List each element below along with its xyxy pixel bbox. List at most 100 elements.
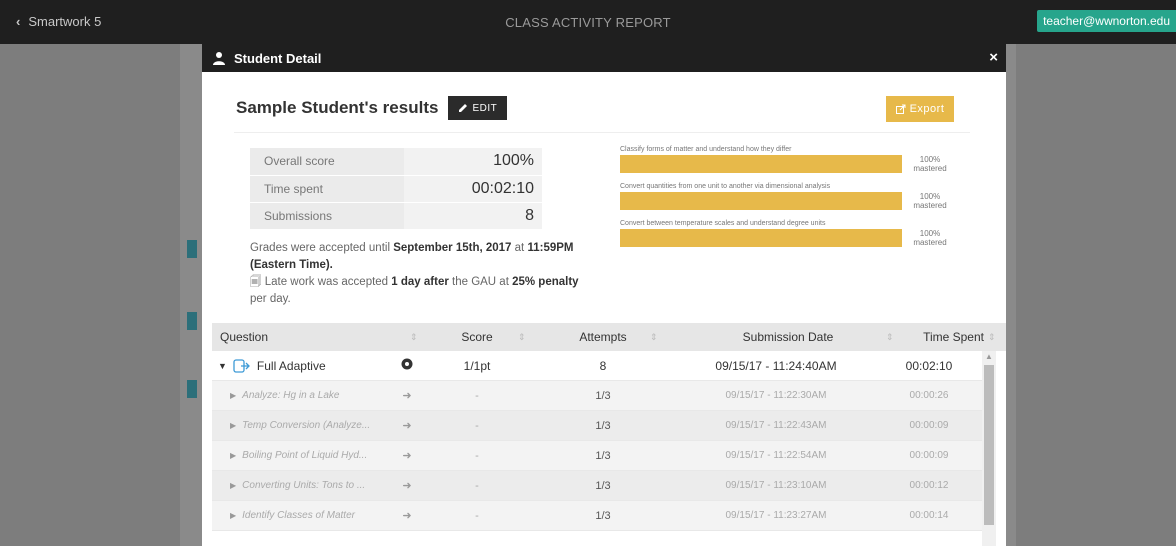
arrow-right-icon[interactable]: ➜ xyxy=(390,389,424,402)
late-days: 1 day after xyxy=(391,276,449,288)
sort-icon[interactable]: ⇕ xyxy=(518,323,526,351)
date-cell: 09/15/17 - 11:24:40AM xyxy=(715,358,837,373)
question-cell[interactable]: ▶ Converting Units: Tons to ... xyxy=(212,480,390,491)
column-header-date[interactable]: Submission Date ⇕ xyxy=(676,323,900,351)
date-cell: 09/15/17 - 11:23:27AM xyxy=(725,510,827,521)
attempts-cell: 8 xyxy=(599,358,607,373)
sort-icon[interactable]: ⇕ xyxy=(988,323,996,351)
attempts-cell: 1/3 xyxy=(595,389,611,402)
date-cell: 09/15/17 - 11:23:10AM xyxy=(725,480,827,491)
scrollbar-thumb[interactable] xyxy=(984,365,994,525)
late-work-icon: 🗐 xyxy=(250,276,262,288)
export-button[interactable]: Export xyxy=(886,96,954,122)
date-cell: 09/15/17 - 11:22:54AM xyxy=(725,450,827,461)
close-icon[interactable]: × xyxy=(989,49,998,66)
objective-item: Convert between temperature scales and u… xyxy=(620,220,960,247)
late-penalty: 25% penalty xyxy=(512,276,579,288)
top-bar: ‹ Smartwork 5 CLASS ACTIVITY REPORT teac… xyxy=(0,0,1176,44)
mastery-bar xyxy=(620,155,902,173)
results-title: Sample Student's results xyxy=(236,98,439,117)
mastery-label: mastered xyxy=(913,238,947,247)
objective-label: Convert between temperature scales and u… xyxy=(620,220,826,227)
arrow-right-icon[interactable]: ➜ xyxy=(390,479,424,492)
policy-text: Late work was accepted xyxy=(264,276,392,288)
question-cell[interactable]: ▶ Temp Conversion (Analyze... xyxy=(212,420,390,431)
scroll-up-icon[interactable]: ▲ xyxy=(985,352,993,361)
expand-icon[interactable]: ▶ xyxy=(230,481,236,490)
adaptive-icon xyxy=(233,358,250,373)
column-label: Question xyxy=(220,330,269,344)
policy-text: Grades were accepted until xyxy=(250,242,394,254)
objective-label: Classify forms of matter and understand … xyxy=(620,146,792,153)
table-row[interactable]: ▼ Full Adaptive 1/1pt 8 09/15/17 - 11:24… xyxy=(212,351,982,381)
sort-icon[interactable]: ⇕ xyxy=(410,323,418,351)
deadline-date: September 15th, 2017 xyxy=(393,242,512,254)
table-row[interactable]: ▶ Analyze: Hg in a Lake ➜ - 1/3 09/15/17… xyxy=(212,381,982,411)
attempts-cell: 1/3 xyxy=(595,449,611,462)
sort-icon[interactable]: ⇕ xyxy=(886,323,894,351)
table-row[interactable]: ▶ Identify Classes of Matter ➜ - 1/3 09/… xyxy=(212,501,982,531)
background-bar xyxy=(187,312,197,330)
table-row[interactable]: ▶ Temp Conversion (Analyze... ➜ - 1/3 09… xyxy=(212,411,982,441)
date-cell: 09/15/17 - 11:22:30AM xyxy=(725,390,827,401)
column-label: Submission Date xyxy=(742,330,834,344)
policy-text: per day. xyxy=(250,293,291,305)
results-table-header: Question ⇕ Score ⇕ Attempts ⇕ Submission… xyxy=(212,323,1006,351)
deadline-time: 11:59PM xyxy=(527,242,574,254)
info-icon[interactable] xyxy=(390,358,424,373)
question-name: Identify Classes of Matter xyxy=(242,510,355,521)
policy-text: at xyxy=(511,242,528,254)
edit-label: EDIT xyxy=(472,102,498,114)
question-cell[interactable]: ▼ Full Adaptive xyxy=(212,359,390,373)
objective-item: Convert quantities from one unit to anot… xyxy=(620,183,960,210)
arrow-right-icon[interactable]: ➜ xyxy=(390,449,424,462)
policy-text: the GAU at xyxy=(448,276,513,288)
time-cell: 00:00:26 xyxy=(909,390,949,401)
question-cell[interactable]: ▶ Boiling Point of Liquid Hyd... xyxy=(212,450,390,461)
expand-icon[interactable]: ▶ xyxy=(230,391,236,400)
attempts-cell: 1/3 xyxy=(595,479,611,492)
column-header-attempts[interactable]: Attempts ⇕ xyxy=(530,323,676,351)
expand-icon[interactable]: ▶ xyxy=(230,511,236,520)
modal-header: Student Detail × xyxy=(202,44,1006,72)
stat-row: Time spent 00:02:10 xyxy=(250,175,542,203)
column-label: Time Spent xyxy=(923,330,984,344)
question-name: Boiling Point of Liquid Hyd... xyxy=(242,450,368,461)
stat-value: 8 xyxy=(404,202,542,230)
question-cell[interactable]: ▶ Identify Classes of Matter xyxy=(212,510,390,521)
arrow-right-icon[interactable]: ➜ xyxy=(390,419,424,432)
question-name: Analyze: Hg in a Lake xyxy=(242,390,340,401)
objective-label: Convert quantities from one unit to anot… xyxy=(620,183,831,190)
question-name: Temp Conversion (Analyze... xyxy=(242,420,371,431)
expand-icon[interactable]: ▼ xyxy=(218,361,227,371)
question-cell[interactable]: ▶ Analyze: Hg in a Lake xyxy=(212,390,390,401)
sort-icon[interactable]: ⇕ xyxy=(650,323,658,351)
score-cell: - xyxy=(475,509,479,522)
column-header-question[interactable]: Question ⇕ xyxy=(212,323,424,351)
column-header-score[interactable]: Score ⇕ xyxy=(424,323,530,351)
column-label: Score xyxy=(461,330,493,344)
edit-button[interactable]: EDIT xyxy=(448,96,508,120)
score-cell: - xyxy=(475,419,479,432)
column-header-time[interactable]: Time Spent ⇕ xyxy=(900,323,1000,351)
table-row[interactable]: ▶ Boiling Point of Liquid Hyd... ➜ - 1/3… xyxy=(212,441,982,471)
table-scrollbar[interactable]: ▲ xyxy=(982,351,996,546)
mastery-label: mastered xyxy=(913,201,947,210)
page-title: CLASS ACTIVITY REPORT xyxy=(505,15,671,30)
user-menu[interactable]: teacher@wwnorton.edu xyxy=(1037,10,1176,32)
expand-icon[interactable]: ▶ xyxy=(230,451,236,460)
mastery-bar xyxy=(620,192,902,210)
date-cell: 09/15/17 - 11:22:43AM xyxy=(725,420,827,431)
arrow-right-icon[interactable]: ➜ xyxy=(390,509,424,522)
mastery-status: 100% mastered xyxy=(902,192,958,210)
stat-label: Time spent xyxy=(250,175,404,203)
mastery-percent: 100% xyxy=(919,192,941,201)
expand-icon[interactable]: ▶ xyxy=(230,421,236,430)
stat-value: 00:02:10 xyxy=(404,175,542,203)
time-cell: 00:00:09 xyxy=(909,450,949,461)
mastery-percent: 100% xyxy=(919,155,941,164)
table-row[interactable]: ▶ Converting Units: Tons to ... ➜ - 1/3 … xyxy=(212,471,982,501)
divider xyxy=(234,132,970,133)
pencil-icon xyxy=(459,104,468,112)
attempts-cell: 1/3 xyxy=(595,509,611,522)
